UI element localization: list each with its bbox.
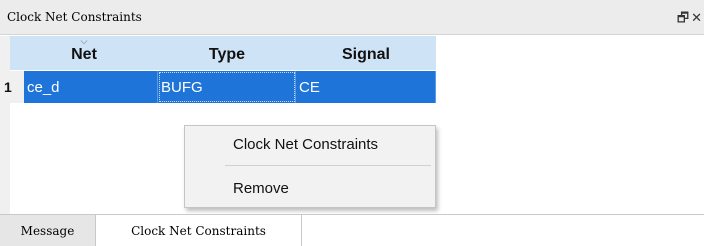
panel-controls: 🗗 ✕ xyxy=(677,9,704,31)
menu-item-clock-net-constraints[interactable]: Clock Net Constraints xyxy=(185,127,435,161)
cell-signal[interactable]: CE xyxy=(296,71,436,103)
row-number: 1 xyxy=(0,71,24,103)
column-header-row: ⌵ Net Type Signal xyxy=(10,36,436,70)
restore-window-icon[interactable]: 🗗 xyxy=(677,9,689,31)
column-header-signal-label: Signal xyxy=(341,46,390,63)
context-menu: Clock Net Constraints Remove xyxy=(184,125,436,208)
sort-indicator-icon: ⌵ xyxy=(80,36,88,46)
panel-header: Clock Net Constraints 🗗 ✕ xyxy=(0,0,704,35)
column-header-type-label: Type xyxy=(208,46,246,63)
column-header-net[interactable]: ⌵ Net xyxy=(10,36,158,70)
cell-type[interactable]: BUFG xyxy=(158,71,296,103)
tab-message[interactable]: Message xyxy=(0,215,96,246)
row-number-column xyxy=(0,36,10,214)
column-header-net-label: Net xyxy=(71,46,97,63)
constraints-grid: ⌵ Net Type Signal 1 ce_d BUFG CE Clock N… xyxy=(0,36,704,214)
column-header-signal[interactable]: Signal xyxy=(296,36,436,70)
table-row[interactable]: 1 ce_d BUFG CE xyxy=(0,71,704,103)
panel-title: Clock Net Constraints xyxy=(7,10,142,24)
bottom-tab-bar: Message Clock Net Constraints xyxy=(0,214,704,246)
menu-item-remove[interactable]: Remove xyxy=(185,171,435,205)
tab-clock-net-constraints[interactable]: Clock Net Constraints xyxy=(96,215,302,246)
menu-separator xyxy=(225,165,431,166)
close-icon[interactable]: ✕ xyxy=(691,11,702,26)
column-header-type[interactable]: Type xyxy=(158,36,296,70)
cell-net[interactable]: ce_d xyxy=(24,71,158,103)
